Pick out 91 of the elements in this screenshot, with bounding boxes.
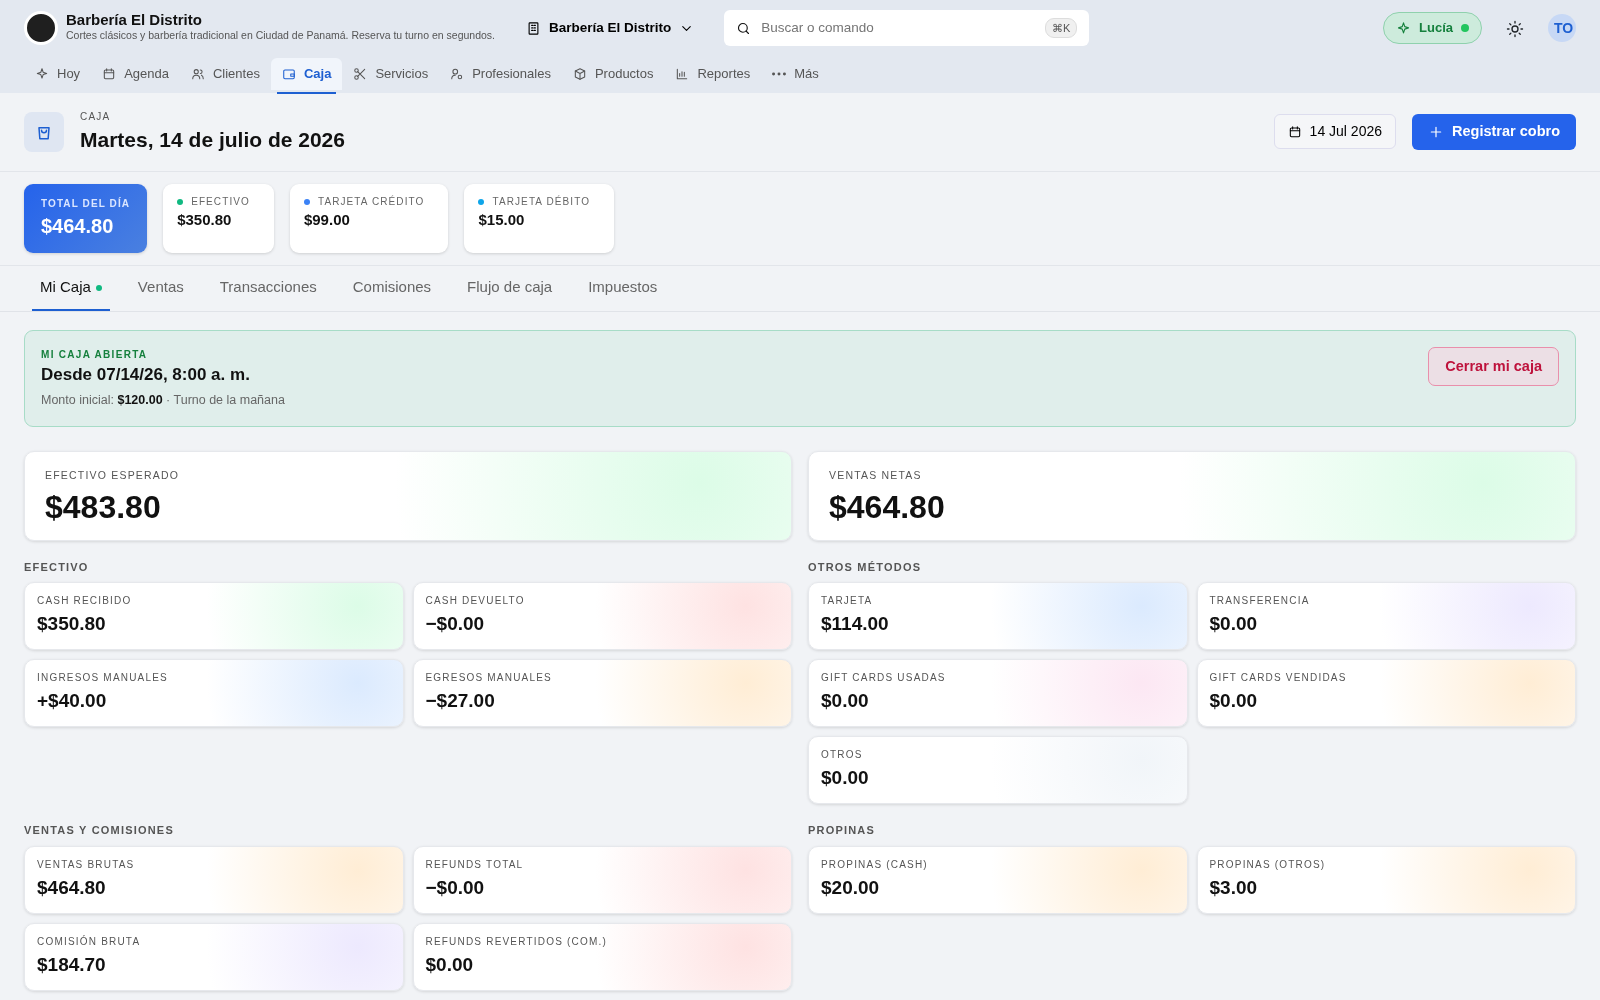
card-value: −$27.00 xyxy=(425,689,496,714)
calendar-icon xyxy=(1287,124,1302,139)
location-selector[interactable]: Barbería El Distrito xyxy=(520,16,701,40)
card-value: −$0.00 xyxy=(425,612,486,637)
sparkle-icon xyxy=(1396,20,1412,36)
card-value: $0.00 xyxy=(821,689,870,714)
card-label: TOTAL DEL DÍA xyxy=(41,196,131,211)
banner-eyebrow: MI CAJA ABIERTA xyxy=(41,347,149,362)
tab[interactable]: Mi Caja xyxy=(32,266,110,311)
card-value: $464.80 xyxy=(41,214,115,239)
tab[interactable]: Comisiones xyxy=(344,266,440,311)
card-value: $114.00 xyxy=(821,612,890,637)
section-title: PROPINAS xyxy=(808,823,877,839)
card-label: EGRESOS MANUALES xyxy=(425,671,553,686)
assistant-button[interactable]: Lucía xyxy=(1383,12,1482,44)
nav-tab[interactable]: Servicios xyxy=(342,58,440,90)
tab[interactable]: Impuestos xyxy=(580,266,666,311)
register-payment-button[interactable]: Registrar cobro xyxy=(1412,113,1576,150)
card-label: VENTAS BRUTAS xyxy=(37,857,136,872)
card-label: COMISIÓN BRUTA xyxy=(37,934,142,949)
nav-tab[interactable]: Productos xyxy=(561,58,665,90)
card-value: $99.00 xyxy=(303,210,351,230)
search-input[interactable]: Buscar o comando xyxy=(759,16,1037,40)
person-gear-icon xyxy=(450,66,465,81)
tab[interactable]: Transacciones xyxy=(211,266,325,311)
card-value: $0.00 xyxy=(1209,689,1259,714)
search-icon xyxy=(736,20,752,36)
card-label: TRANSFERENCIA xyxy=(1209,594,1311,609)
card-label: GIFT CARDS USADAS xyxy=(821,671,947,686)
section-title: EFECTIVO xyxy=(24,559,90,575)
wallet-icon xyxy=(281,66,296,81)
nav-tab[interactable]: Agenda xyxy=(91,58,180,90)
building-icon xyxy=(526,20,541,36)
nav-tab[interactable]: Clientes xyxy=(179,58,271,90)
people-icon xyxy=(190,66,205,81)
card-value: $483.80 xyxy=(45,487,162,526)
card-label: TARJETA DÉBITO xyxy=(492,194,591,209)
card-label: PROPINAS (CASH) xyxy=(821,857,929,872)
brand-name: Barbería El Distrito xyxy=(66,11,203,29)
user-avatar[interactable]: TO xyxy=(1548,14,1576,42)
card-label: REFUNDS REVERTIDOS (COM.) xyxy=(425,934,608,949)
date-picker[interactable]: 14 Jul 2026 xyxy=(1273,114,1396,150)
card-label: CASH DEVUELTO xyxy=(425,594,526,609)
card-value: $0.00 xyxy=(1209,612,1259,637)
card-value: −$0.00 xyxy=(425,875,486,900)
card-value: $15.00 xyxy=(478,210,526,230)
card-value: $3.00 xyxy=(1209,875,1259,900)
card-value: $0.00 xyxy=(425,952,475,977)
bar-chart-icon xyxy=(675,66,690,81)
nav-tab[interactable]: Profesionales xyxy=(439,58,562,90)
card-label: GIFT CARDS VENDIDAS xyxy=(1209,671,1348,686)
card-label: TARJETA xyxy=(821,594,874,609)
card-label: TARJETA CRÉDITO xyxy=(317,194,425,209)
page-eyebrow: CAJA xyxy=(80,109,112,124)
card-value: $464.80 xyxy=(829,487,946,526)
page-title: Martes, 14 de julio de 2026 xyxy=(80,126,345,153)
banner-detail: Monto inicial: $120.00 · Turno de la mañana xyxy=(41,392,285,409)
card-label: EFECTIVO xyxy=(191,195,250,209)
nav-tab[interactable]: Reportes xyxy=(664,58,762,90)
logo xyxy=(24,11,58,45)
sun-icon xyxy=(1506,19,1524,38)
card-label: OTROS xyxy=(821,748,864,763)
search-field[interactable]: Buscar o comando ⌘K xyxy=(724,10,1090,46)
card-label: EFECTIVO ESPERADO xyxy=(45,467,181,483)
card-label: PROPINAS (OTROS) xyxy=(1209,857,1327,872)
card-label: VENTAS NETAS xyxy=(829,467,923,483)
tab[interactable]: Flujo de caja xyxy=(459,266,561,311)
box-icon xyxy=(572,66,587,81)
scissors-icon xyxy=(353,66,368,81)
card-value: $184.70 xyxy=(37,952,107,977)
section-title: VENTAS Y COMISIONES xyxy=(24,823,175,839)
card-value: $464.80 xyxy=(37,875,107,900)
more-icon xyxy=(772,71,787,76)
tab[interactable]: Ventas xyxy=(129,266,192,311)
card-label: INGRESOS MANUALES xyxy=(37,671,169,686)
card-value: $350.80 xyxy=(177,210,233,230)
shortcut-hint: ⌘K xyxy=(1044,17,1078,39)
section-title: OTROS MÉTODOS xyxy=(808,559,923,575)
card-label: REFUNDS TOTAL xyxy=(425,857,525,872)
calendar-icon xyxy=(102,66,117,81)
nav-tab[interactable]: Más xyxy=(761,58,830,90)
card-value: $20.00 xyxy=(821,875,881,900)
card-value: $350.80 xyxy=(37,612,107,637)
banner-title: Desde 07/14/26, 8:00 a. m. xyxy=(41,363,251,386)
card-value: +$40.00 xyxy=(37,689,108,714)
nav-tab[interactable]: Hoy xyxy=(24,58,92,90)
sparkle-icon xyxy=(35,66,49,81)
close-register-button[interactable]: Cerrar mi caja xyxy=(1428,346,1559,387)
card-label: CASH RECIBIDO xyxy=(37,594,133,609)
card-value: $0.00 xyxy=(821,766,870,791)
brand-tagline: Cortes clásicos y barbería tradicional en Ciudad de Panamá. Reserva tu turno en segundos. xyxy=(66,28,495,44)
